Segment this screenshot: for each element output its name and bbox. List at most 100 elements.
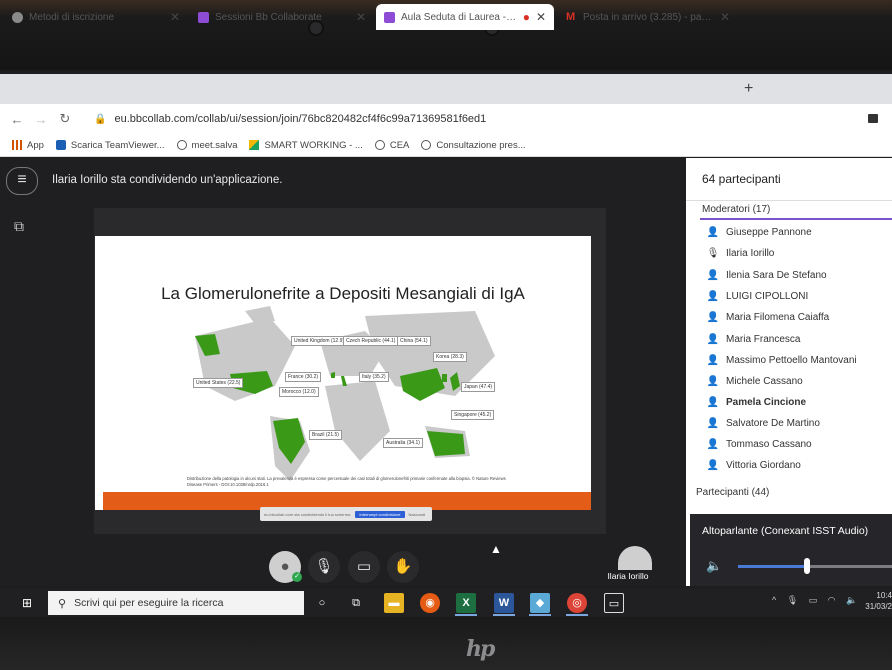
participants-section-header[interactable]: Partecipanti (44)	[696, 487, 769, 498]
url-field[interactable]: eu.bbcollab.com/collab/ui/session/join/7…	[114, 113, 486, 125]
country-mark	[427, 431, 465, 456]
map-label: United States (22.5)	[193, 378, 244, 388]
excel-icon[interactable]: X	[456, 593, 476, 613]
tab-aula-seduta[interactable]: Aula Seduta di Laurea - Bb C ● ✕	[376, 4, 554, 30]
pen-app-icon[interactable]: ◆	[530, 593, 550, 613]
cortana-icon[interactable]: ○	[312, 593, 332, 613]
participant-item[interactable]: 👤 Ilenia Sara De Stefano	[700, 265, 890, 285]
participant-name: Massimo Pettoello Mantovani	[726, 354, 857, 366]
close-tab-icon[interactable]: ✕	[356, 10, 366, 24]
map-label: Italy (35.2)	[359, 372, 389, 382]
participant-item[interactable]: 👤 LUIGI CIPOLLONI	[700, 286, 890, 306]
hp-logo-icon: hp	[466, 636, 495, 662]
map-label: Australia (34.1)	[383, 438, 423, 448]
taskbar-clock[interactable]: 10:4 31/03/2	[860, 590, 892, 612]
chrome-icon[interactable]: ◎	[567, 593, 587, 613]
map-label: Czech Republic (44.1)	[343, 336, 399, 346]
back-icon[interactable]: ←	[10, 112, 24, 127]
stop-sharing-button[interactable]: Interrompi condivisione	[355, 510, 405, 518]
bookmark-smart-working[interactable]: SMART WORKING - ...	[249, 140, 363, 151]
laptop-bezel-bottom	[0, 617, 892, 670]
search-placeholder: Scrivi qui per eseguire la ricerca	[74, 597, 224, 609]
system-tray-icons[interactable]: ^ 🎙 ▭ ◠ 🔈	[772, 595, 861, 606]
map-label: Morocco (12.0)	[279, 387, 319, 397]
gmail-icon: M	[566, 10, 576, 23]
forward-icon[interactable]: →	[34, 112, 48, 127]
participant-item[interactable]: 👤 Maria Francesca	[700, 329, 890, 349]
task-view-icon[interactable]: ⧉	[346, 593, 366, 613]
bookmark-label: meet.salva	[191, 139, 238, 151]
file-explorer-icon[interactable]: ▬	[384, 593, 404, 613]
participant-name: Tommaso Cassano	[726, 438, 812, 450]
participant-name: Pamela Cincione	[726, 396, 807, 408]
participant-name: Michele Cassano	[726, 375, 803, 387]
volume-slider-handle[interactable]	[804, 558, 810, 574]
speaker-volume-icon[interactable]: 🔈	[706, 558, 722, 574]
map-label: China (54.1)	[397, 336, 431, 346]
lock-icon: 🔒	[94, 113, 107, 125]
participant-item[interactable]: 👤 Salvatore De Martino	[700, 413, 890, 433]
participant-name: Giuseppe Pannone	[726, 226, 812, 238]
hide-notification-button[interactable]: Nascondi	[409, 512, 426, 517]
bookmark-label: App	[27, 139, 44, 151]
participant-item-self[interactable]: 👤 Pamela Cincione	[700, 392, 890, 412]
participant-item[interactable]: 👤 Giuseppe Pannone	[700, 222, 890, 242]
person-icon: 👤	[706, 354, 720, 366]
tab-label: Posta in arrivo (3.285) - pamela.c	[583, 11, 714, 23]
participant-item[interactable]: 👤 Michele Cassano	[700, 371, 890, 391]
shared-content-icon[interactable]: ⧉	[14, 218, 24, 235]
globe-icon	[176, 140, 187, 150]
participant-name: Ilaria Iorillo	[726, 247, 775, 259]
camera-off-icon[interactable]: ▭	[348, 551, 380, 583]
participant-item[interactable]: 🎙 Ilaria Iorillo	[700, 243, 890, 263]
window-app-icon[interactable]: ▭	[604, 593, 624, 613]
close-tab-icon[interactable]: ✕	[170, 10, 180, 24]
moderators-header[interactable]: Moderatori (17)	[702, 204, 770, 215]
reload-icon[interactable]: ↻	[58, 111, 72, 127]
tab-label: Aula Seduta di Laurea - Bb C	[401, 11, 517, 23]
taskbar-search[interactable]: ⚲ Scrivi qui per eseguire la ricerca	[48, 591, 304, 615]
bookmark-teamviewer[interactable]: Scarica TeamViewer...	[55, 140, 165, 151]
raise-hand-icon[interactable]: ✋	[387, 551, 419, 583]
bookmarks-bar: App Scarica TeamViewer... meet.salva SMA…	[0, 134, 892, 157]
word-icon[interactable]: W	[494, 593, 514, 613]
participant-item[interactable]: 👤 Maria Filomena Caiaffa	[700, 307, 890, 327]
bookmark-app[interactable]: App	[12, 140, 44, 151]
firefox-icon[interactable]: ◉	[420, 593, 440, 613]
status-check-icon: ✓	[292, 572, 302, 582]
map-label: France (30.2)	[285, 372, 322, 382]
participant-name: Vittoria Giordano	[726, 459, 801, 471]
person-icon: 👤	[706, 417, 720, 429]
participant-item[interactable]: 👤 Vittoria Giordano	[700, 455, 890, 475]
bookmark-meet[interactable]: meet.salva	[176, 139, 238, 151]
tab-label: Sessioni Bb Collaborate	[215, 11, 322, 23]
cast-icon[interactable]	[868, 114, 878, 123]
person-icon: 👤	[706, 438, 720, 450]
tab-metodi-iscrizione[interactable]: Metodi di iscrizione ✕	[4, 4, 188, 30]
volume-slider-rest	[807, 565, 892, 568]
windows-start-icon[interactable]: ⊞	[22, 596, 32, 610]
mic-off-icon[interactable]: 🎙	[308, 551, 340, 583]
bookmark-cea[interactable]: CEA	[374, 140, 409, 151]
bookmark-consultazione[interactable]: Consultazione pres...	[421, 140, 526, 151]
close-tab-icon[interactable]: ✕	[720, 10, 730, 24]
google-drive-icon	[249, 140, 260, 150]
share-status-text: Ilaria Iorillo sta condividendo un'appli…	[52, 174, 283, 186]
participant-item[interactable]: 👤 Massimo Pettoello Mantovani	[700, 350, 890, 370]
participant-item[interactable]: 👤 Tommaso Cassano	[700, 434, 890, 454]
new-tab-button[interactable]: +	[744, 80, 753, 98]
session-menu-button[interactable]: ≡	[6, 167, 38, 195]
close-tab-icon[interactable]: ✕	[536, 10, 546, 24]
participant-name: Maria Filomena Caiaffa	[726, 311, 830, 323]
screen-share-notification: eu.bbcollab.com sta condividendo il tuo …	[260, 507, 432, 521]
participant-name: Maria Francesca	[726, 333, 801, 345]
tab-sessioni-bb[interactable]: Sessioni Bb Collaborate ✕	[190, 4, 374, 30]
map-label: Japan (47.4)	[461, 382, 496, 392]
globe-icon	[421, 140, 432, 150]
tab-posta[interactable]: M Posta in arrivo (3.285) - pamela.c ✕	[558, 4, 738, 30]
person-icon: 👤	[706, 269, 720, 281]
mic-icon: 🎙	[706, 247, 720, 259]
world-map	[195, 306, 495, 481]
notification-text: eu.bbcollab.com sta condividendo il tuo …	[264, 511, 352, 517]
tab-label: Metodi di iscrizione	[29, 11, 115, 23]
